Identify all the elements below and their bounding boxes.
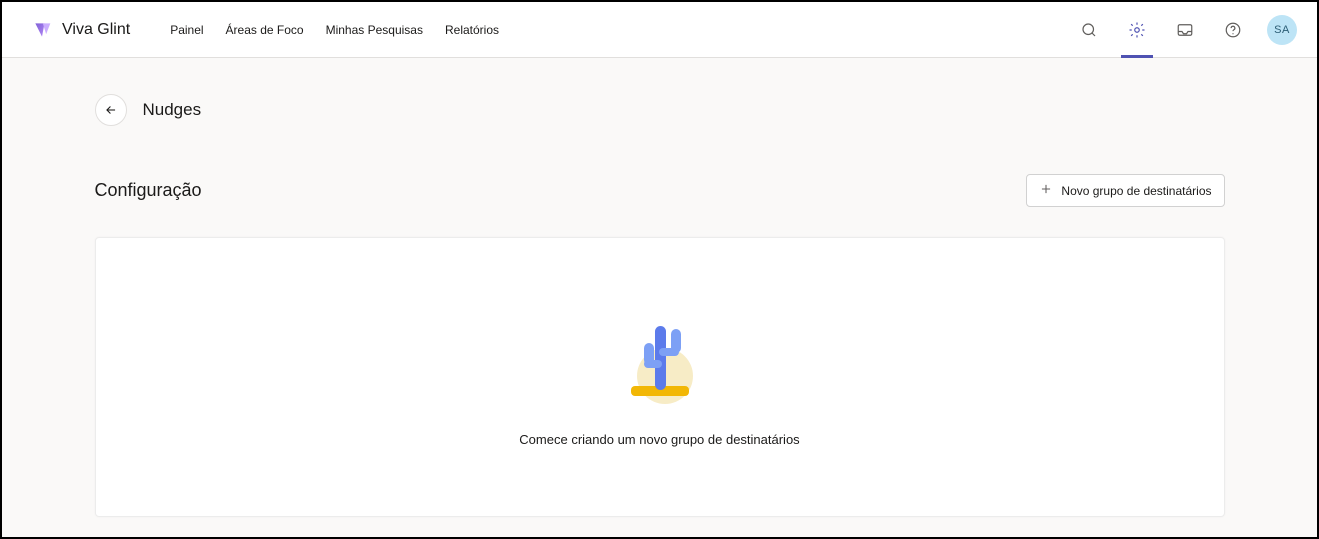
cactus-icon [615, 308, 705, 408]
brand-logo-icon [32, 20, 52, 40]
nav-items: Painel Áreas de Foco Minhas Pesquisas Re… [170, 23, 499, 37]
settings-icon[interactable] [1123, 16, 1151, 44]
brand[interactable]: Viva Glint [32, 20, 130, 40]
page-header: Nudges [95, 94, 1225, 126]
brand-name: Viva Glint [62, 21, 130, 39]
empty-state-message: Comece criando um novo grupo de destinat… [519, 432, 799, 447]
inbox-icon[interactable] [1171, 16, 1199, 44]
back-button[interactable] [95, 94, 127, 126]
search-icon[interactable] [1075, 16, 1103, 44]
empty-state-card: Comece criando um novo grupo de destinat… [95, 237, 1225, 517]
plus-icon [1039, 182, 1053, 199]
page-body: Nudges Configuração Novo grupo de destin… [2, 58, 1317, 537]
section-title: Configuração [95, 180, 202, 201]
nav-item-relatorios[interactable]: Relatórios [445, 23, 499, 37]
help-icon[interactable] [1219, 16, 1247, 44]
nav-item-areas-foco[interactable]: Áreas de Foco [226, 23, 304, 37]
new-group-button[interactable]: Novo grupo de destinatários [1026, 174, 1224, 207]
avatar[interactable]: SA [1267, 15, 1297, 45]
nav-item-painel[interactable]: Painel [170, 23, 203, 37]
nav-item-minhas-pesquisas[interactable]: Minhas Pesquisas [326, 23, 423, 37]
page-title: Nudges [143, 100, 202, 120]
new-group-label: Novo grupo de destinatários [1061, 184, 1211, 198]
section-header: Configuração Novo grupo de destinatários [95, 174, 1225, 207]
nav-right: SA [1075, 15, 1297, 45]
top-nav: Viva Glint Painel Áreas de Foco Minhas P… [2, 2, 1317, 58]
